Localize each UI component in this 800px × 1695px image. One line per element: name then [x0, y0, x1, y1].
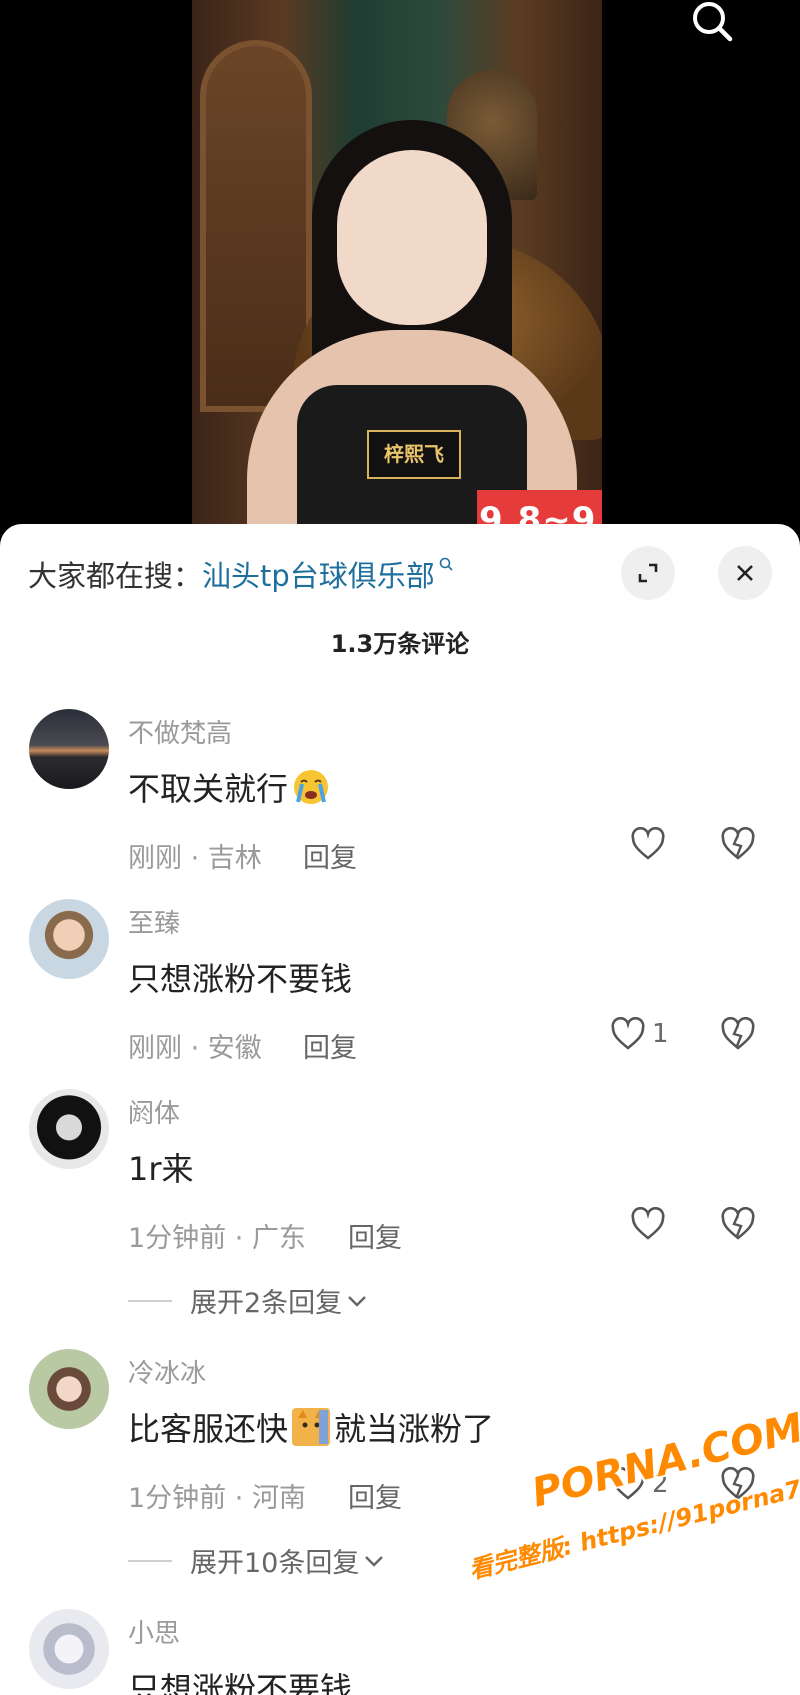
comment-author[interactable]: 至臻 [128, 903, 180, 940]
comment-text: 不取关就行 [128, 764, 330, 810]
cat-sticker-emoji [292, 1408, 331, 1446]
like-button[interactable] [630, 1207, 666, 1241]
search-suggestion-label: 大家都在搜： [28, 559, 203, 593]
comment-location: 广东 [251, 1223, 306, 1254]
crying-face-emoji [294, 770, 329, 804]
comment-location: 安徽 [207, 1033, 262, 1064]
comment-text: 比客服还快 就当涨粉了 [128, 1404, 494, 1450]
avatar[interactable] [29, 899, 109, 979]
divider-line [128, 1559, 172, 1562]
shirt-logo: 梓熙飞 [367, 430, 461, 479]
like-button[interactable] [630, 827, 666, 861]
search-icon[interactable] [688, 0, 738, 44]
avatar[interactable] [29, 709, 109, 789]
dislike-button[interactable] [720, 1016, 756, 1055]
comment-meta: 1分钟前 · 河南 [128, 1483, 306, 1514]
comment-author[interactable]: 小思 [128, 1613, 180, 1650]
like-button[interactable]: 1 [610, 1017, 669, 1051]
heart-icon [631, 827, 665, 860]
search-mini-icon [438, 556, 454, 576]
comment-author[interactable]: 冷冰冰 [128, 1353, 206, 1390]
like-count: 1 [652, 1019, 669, 1049]
expand-replies-button[interactable]: 展开2条回复 [128, 1281, 368, 1320]
dislike-button[interactable] [720, 1206, 756, 1245]
comment-text-content: 不取关就行 [128, 770, 289, 808]
divider-line [128, 1299, 172, 1302]
comment-location: 河南 [251, 1483, 306, 1514]
close-icon[interactable] [718, 546, 772, 600]
reply-button[interactable]: 回复 [348, 1216, 402, 1255]
watermark: PORNA.COM 看完整版: https://91porna74.com [445, 1390, 800, 1642]
expand-icon[interactable] [621, 546, 675, 600]
comment-location: 吉林 [207, 843, 262, 874]
heart-icon [611, 1017, 645, 1050]
reply-button[interactable]: 回复 [303, 1026, 357, 1065]
reply-button[interactable]: 回复 [348, 1476, 402, 1515]
avatar[interactable] [29, 1609, 109, 1689]
chevron-down-icon [365, 1555, 384, 1567]
broken-heart-icon [721, 1016, 755, 1050]
comment-text: 只想涨粉不要钱 [128, 1670, 353, 1695]
comment-count: 1.3万条评论 [330, 630, 470, 658]
search-suggestion[interactable]: 大家都在搜： 汕头tp台球俱乐部 [28, 554, 454, 594]
broken-heart-icon [721, 1206, 755, 1240]
video-player[interactable]: 梓熙飞 9.8~9.9汕头 [0, 0, 800, 545]
heart-icon [631, 1207, 665, 1240]
dislike-button[interactable] [720, 826, 756, 865]
chevron-down-icon [348, 1295, 367, 1307]
comment-panel: 大家都在搜： 汕头tp台球俱乐部 1.3万条评论 不做梵高 不取关就行 刚刚 ·… [0, 524, 800, 1695]
comment-text: 只想涨粉不要钱 [128, 960, 353, 998]
comment-text: 1r来 [128, 1150, 194, 1188]
comment-meta: 刚刚 · 吉林 [128, 843, 262, 874]
broken-heart-icon [721, 826, 755, 860]
comment-text-part: 就当涨粉了 [334, 1410, 495, 1448]
comment-author[interactable]: 不做梵高 [128, 713, 232, 750]
avatar[interactable] [29, 1349, 109, 1429]
comment-time: 刚刚 [128, 843, 182, 874]
comment-time: 1分钟前 [128, 1223, 227, 1254]
expand-replies-label: 展开10条回复 [190, 1548, 360, 1579]
comment-time: 1分钟前 [128, 1483, 227, 1514]
search-suggestion-link[interactable]: 汕头tp台球俱乐部 [202, 553, 435, 595]
expand-replies-button[interactable]: 展开10条回复 [128, 1541, 385, 1580]
avatar[interactable] [29, 1089, 109, 1169]
comment-author[interactable]: 阏体 [128, 1093, 180, 1130]
comment-text-part: 比客服还快 [128, 1410, 289, 1448]
comment-time: 刚刚 [128, 1033, 182, 1064]
expand-replies-label: 展开2条回复 [190, 1288, 343, 1319]
comment-meta: 刚刚 · 安徽 [128, 1033, 262, 1064]
person-face [337, 150, 487, 325]
reply-button[interactable]: 回复 [303, 836, 357, 875]
video-frame: 梓熙飞 9.8~9.9汕头 [192, 0, 602, 545]
comment-meta: 1分钟前 · 广东 [128, 1223, 306, 1254]
